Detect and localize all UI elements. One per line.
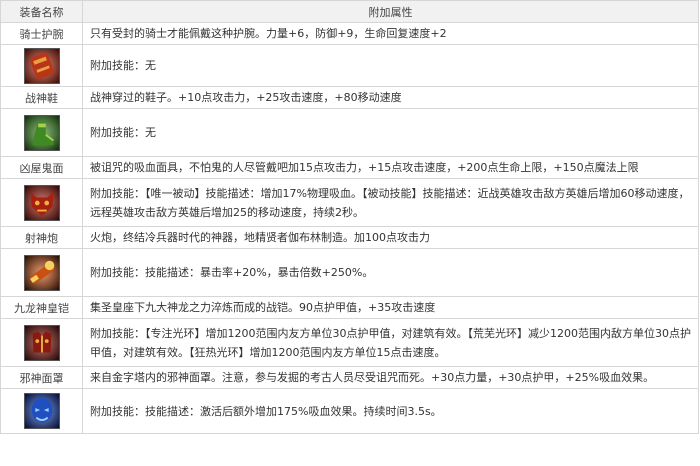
item-icon-cell: [0, 248, 83, 297]
table-row: 附加技能：无: [0, 108, 699, 157]
equipment-table: 装备名称 附加属性 骑士护腕 只有受封的骑士才能佩戴这种护腕。力量+6，防御+9…: [0, 0, 699, 434]
column-header-attributes: 附加属性: [82, 0, 699, 23]
item-skill: 附加技能：技能描述：激活后额外增加175%吸血效果。持续时间3.5s。: [82, 388, 699, 434]
table-header-row: 装备名称 附加属性: [0, 0, 699, 23]
item-name: 凶屋鬼面: [0, 156, 83, 179]
item-icon-cell: [0, 44, 83, 87]
item-icon-cell: [0, 178, 83, 227]
table-row: 附加技能：技能描述：暴击率+20%，暴击倍数+250%。: [0, 248, 699, 297]
table-row: 邪神面罩 来自金字塔内的邪神面罩。注意，参与发掘的考古人员尽受诅咒而死。+30点…: [0, 366, 699, 389]
item-skill: 附加技能：【唯一被动】技能描述：增加17%物理吸血。【被动技能】技能描述：近战英…: [82, 178, 699, 227]
bracer-icon: [23, 47, 60, 84]
item-name: 九龙神皇铠: [0, 296, 83, 319]
cannon-icon: [23, 254, 60, 291]
item-description: 来自金字塔内的邪神面罩。注意，参与发掘的考古人员尽受诅咒而死。+30点力量，+3…: [82, 366, 699, 389]
table-row: 九龙神皇铠 集圣皇座下九大神龙之力淬炼而成的战铠。90点护甲值，+35攻击速度: [0, 296, 699, 319]
item-description: 只有受封的骑士才能佩戴这种护腕。力量+6，防御+9，生命回复速度+2: [82, 22, 699, 45]
item-name: 战神鞋: [0, 86, 83, 109]
table-row: 附加技能：【唯一被动】技能描述：增加17%物理吸血。【被动技能】技能描述：近战英…: [0, 178, 699, 227]
item-icon-cell: [0, 318, 83, 367]
table-row: 战神鞋 战神穿过的鞋子。+10点攻击力，+25攻击速度，+80移动速度: [0, 86, 699, 109]
item-name: 射神炮: [0, 226, 83, 249]
table-row: 凶屋鬼面 被诅咒的吸血面具，不怕鬼的人尽管戴吧加15点攻击力，+15点攻击速度，…: [0, 156, 699, 179]
item-skill: 附加技能：无: [82, 44, 699, 87]
item-name: 骑士护腕: [0, 22, 83, 45]
item-skill: 附加技能：【专注光环】增加1200范围内友方单位30点护甲值，对建筑有效。【荒芜…: [82, 318, 699, 367]
item-skill: 附加技能：无: [82, 108, 699, 157]
table-row: 附加技能：无: [0, 44, 699, 87]
column-header-name: 装备名称: [0, 0, 83, 23]
table-row: 附加技能：【专注光环】增加1200范围内友方单位30点护甲值，对建筑有效。【荒芜…: [0, 318, 699, 367]
item-skill: 附加技能：技能描述：暴击率+20%，暴击倍数+250%。: [82, 248, 699, 297]
dragon-armor-icon: [23, 324, 60, 361]
evil-mask-icon: [23, 393, 60, 429]
item-description: 被诅咒的吸血面具，不怕鬼的人尽管戴吧加15点攻击力，+15点攻击速度，+200点…: [82, 156, 699, 179]
item-icon-cell: [0, 388, 83, 434]
table-row: 射神炮 火炮，终结冷兵器时代的神器，地精贤者伽布林制造。加100点攻击力: [0, 226, 699, 249]
item-description: 集圣皇座下九大神龙之力淬炼而成的战铠。90点护甲值，+35攻击速度: [82, 296, 699, 319]
boots-icon: [23, 114, 60, 151]
table-row: 骑士护腕 只有受封的骑士才能佩戴这种护腕。力量+6，防御+9，生命回复速度+2: [0, 22, 699, 45]
item-description: 火炮，终结冷兵器时代的神器，地精贤者伽布林制造。加100点攻击力: [82, 226, 699, 249]
item-description: 战神穿过的鞋子。+10点攻击力，+25攻击速度，+80移动速度: [82, 86, 699, 109]
item-name: 邪神面罩: [0, 366, 83, 389]
item-icon-cell: [0, 108, 83, 157]
demon-mask-icon: [23, 184, 60, 221]
table-row: 附加技能：技能描述：激活后额外增加175%吸血效果。持续时间3.5s。: [0, 388, 699, 434]
